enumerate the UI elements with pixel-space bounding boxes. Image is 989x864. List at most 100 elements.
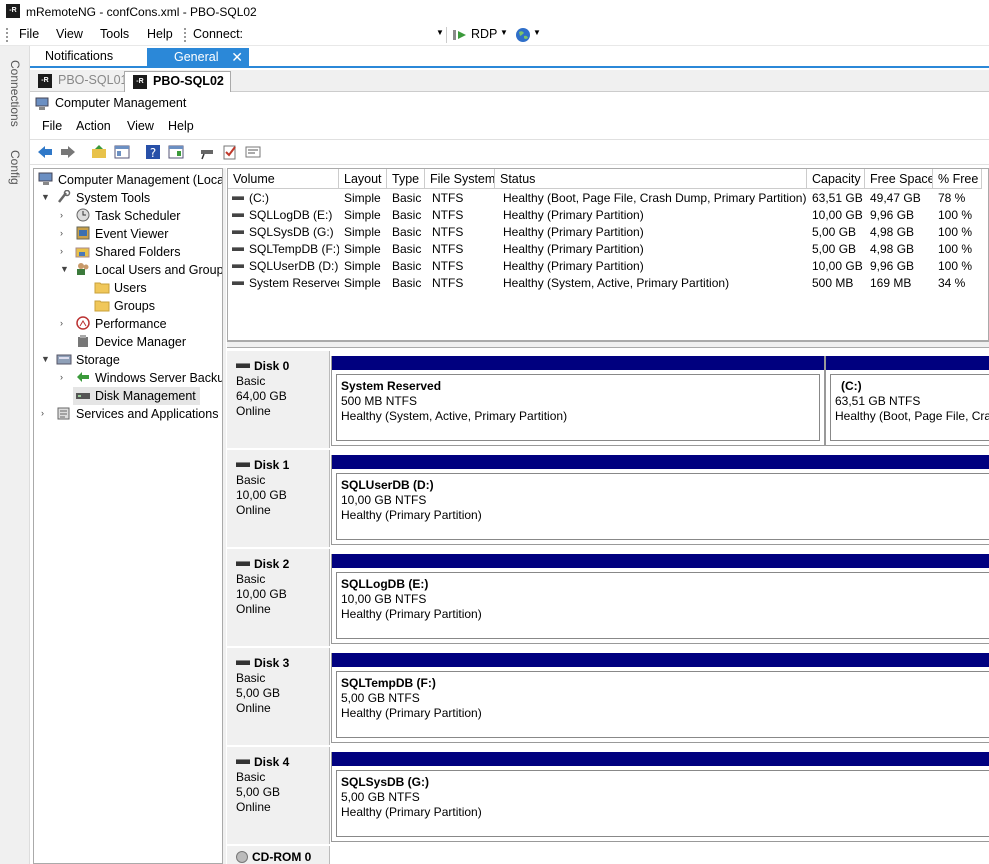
chevron-right-icon[interactable]: › (60, 372, 63, 382)
table-cell: NTFS (432, 191, 496, 205)
partition-c-drive[interactable]: (C:) 63,51 GB NTFS Healthy (Boot, Page F… (825, 356, 989, 446)
tab-general[interactable]: General ✕ (147, 48, 249, 68)
up-folder-icon[interactable] (90, 143, 108, 161)
connect-input[interactable] (244, 26, 444, 44)
tree-node-users[interactable]: Users (94, 279, 147, 297)
tree-node-event-viewer[interactable]: Event Viewer (75, 225, 168, 243)
table-row[interactable]: SQLTempDB (F:) Simple Basic NTFS Healthy (Pr… (228, 241, 982, 258)
partition-sqlsysdb[interactable]: SQLSysDB (G:) 5,00 GB NTFS Healthy (Prim… (331, 752, 989, 842)
disk-name: Disk 1 (254, 458, 290, 472)
cell-text: Simple (344, 225, 381, 239)
tree-node-disk-management[interactable]: Disk Management (73, 387, 200, 405)
close-icon[interactable]: ✕ (231, 49, 243, 66)
partition-bar (332, 554, 989, 568)
chevron-right-icon[interactable]: › (60, 228, 63, 238)
tree-node-computer-management[interactable]: Computer Management (Local (38, 171, 223, 189)
tree-node-performance[interactable]: Performance (75, 315, 167, 333)
chevron-down-icon[interactable]: ▼ (41, 354, 50, 364)
chevron-down-icon[interactable]: ▼ (60, 264, 69, 274)
table-row[interactable]: SQLUserDB (D:) Simple Basic NTFS Healthy (Pr… (228, 258, 982, 275)
column-header-status[interactable]: Status (495, 169, 807, 189)
column-header-percent-free[interactable]: % Free (933, 169, 982, 189)
chevron-right-icon[interactable]: › (60, 210, 63, 220)
column-header-free-space[interactable]: Free Space (865, 169, 933, 189)
horizontal-splitter[interactable] (227, 341, 989, 348)
show-hide-tree-icon[interactable] (113, 143, 131, 161)
mmc-menu-action[interactable]: Action (76, 119, 111, 133)
disk-name: Disk 3 (254, 656, 290, 670)
menubar-grip[interactable] (6, 28, 9, 42)
chevron-down-icon[interactable]: ▼ (41, 192, 50, 202)
partition-status: Healthy (Boot, Page File, Crash (835, 409, 989, 423)
mmc-menu-help[interactable]: Help (168, 119, 194, 133)
tree-node-shared-folders[interactable]: Shared Folders (75, 243, 180, 261)
menu-help[interactable]: Help (147, 27, 173, 41)
forward-arrow-icon[interactable] (59, 143, 77, 161)
chevron-right-icon[interactable]: › (60, 318, 63, 328)
performance-icon (75, 316, 91, 330)
column-header-volume[interactable]: Volume (228, 169, 339, 189)
partition-size: 10,00 GB NTFS (341, 493, 427, 507)
tree-node-services-applications[interactable]: Services and Applications (56, 405, 218, 423)
table-cell: Basic (392, 259, 426, 273)
quickconnect-grip[interactable] (184, 28, 187, 42)
disk-label-disk-3[interactable]: Disk 3 Basic 5,00 GB Online (227, 648, 330, 745)
tree-label: Users (114, 281, 147, 295)
column-header-file-system[interactable]: File System (425, 169, 495, 189)
tree-node-system-tools[interactable]: System Tools (56, 189, 150, 207)
side-tab-connections[interactable]: Connections (8, 60, 22, 127)
table-row[interactable]: SQLLogDB (E:) Simple Basic NTFS Healthy (Pri… (228, 207, 982, 224)
chevron-right-icon[interactable]: › (41, 408, 44, 418)
table-row[interactable]: System Reserved Simple Basic NTFS Healthy (S… (228, 275, 982, 292)
disk-label-disk-4[interactable]: Disk 4 Basic 5,00 GB Online (227, 747, 330, 844)
menu-tools[interactable]: Tools (100, 27, 129, 41)
table-row[interactable]: SQLSysDB (G:) Simple Basic NTFS Healthy (Pri… (228, 224, 982, 241)
column-header-capacity[interactable]: Capacity (807, 169, 865, 189)
column-header-layout[interactable]: Layout (339, 169, 387, 189)
session-tab-pbo-sql02[interactable]: -R PBO-SQL02 (124, 71, 231, 92)
tree-node-groups[interactable]: Groups (94, 297, 155, 315)
column-header-type[interactable]: Type (387, 169, 425, 189)
connect-dropdown-icon[interactable]: ▼ (436, 28, 444, 37)
help-icon[interactable]: ? (144, 143, 162, 161)
tree-node-windows-server-backup[interactable]: Windows Server Backup (75, 369, 223, 387)
menu-file[interactable]: File (19, 27, 39, 41)
show-hide-action-pane-icon[interactable] (167, 143, 185, 161)
mmc-menu-view[interactable]: View (127, 119, 154, 133)
menu-view[interactable]: View (56, 27, 83, 41)
chevron-right-icon[interactable]: › (60, 246, 63, 256)
tree-node-device-manager[interactable]: Device Manager (75, 333, 186, 351)
tab-notifications[interactable]: Notifications (45, 49, 113, 63)
mmc-menu-file[interactable]: File (42, 119, 62, 133)
side-tab-config[interactable]: Config (8, 150, 22, 185)
tree-node-local-users-groups[interactable]: Local Users and Groups (75, 261, 223, 279)
properties-icon[interactable] (244, 143, 262, 161)
cell-text: (C:) (249, 191, 269, 205)
session-tab-pbo-sql01[interactable]: -R PBO-SQL01 (30, 71, 133, 92)
disk-label-disk-2[interactable]: Disk 2 Basic 10,00 GB Online (227, 549, 330, 646)
back-arrow-icon[interactable] (36, 143, 54, 161)
volume-icon (232, 230, 244, 234)
volume-icon (232, 213, 244, 217)
tree-node-storage[interactable]: Storage (56, 351, 120, 369)
table-row[interactable]: (C:) Simple Basic NTFS Healthy (Boot, Page F… (228, 190, 982, 207)
disk-label-disk-1[interactable]: Disk 1 Basic 10,00 GB Online (227, 450, 330, 547)
cell-text: Basic (392, 276, 422, 290)
pane-splitter[interactable] (222, 168, 226, 864)
partition-sqltempdb[interactable]: SQLTempDB (F:) 5,00 GB NTFS Healthy (Pri… (331, 653, 989, 743)
checklist-icon[interactable] (221, 143, 239, 161)
globe-icon[interactable] (515, 27, 531, 43)
disk-label-cdrom-0[interactable]: CD-ROM 0 (227, 846, 330, 864)
protocol-dropdown-icon[interactable]: ▼ (500, 28, 508, 37)
partition-system-reserved[interactable]: System Reserved 500 MB NTFS Healthy (Sys… (331, 356, 825, 446)
partition-size: 5,00 GB NTFS (341, 790, 420, 804)
tree-node-task-scheduler[interactable]: Task Scheduler (75, 207, 180, 225)
protocol-label[interactable]: RDP (471, 27, 497, 41)
table-cell: Healthy (Primary Partition) (503, 242, 808, 256)
partition-sqluserdb[interactable]: SQLUserDB (D:) 10,00 GB NTFS Healthy (Pr… (331, 455, 989, 545)
globe-dropdown-icon[interactable]: ▼ (533, 28, 541, 37)
partition-sqllogdb[interactable]: SQLLogDB (E:) 10,00 GB NTFS Healthy (Pri… (331, 554, 989, 644)
disk-label-disk-0[interactable]: Disk 0 Basic 64,00 GB Online (227, 351, 330, 448)
rdp-protocol-icon[interactable] (452, 28, 468, 42)
connect-drive-icon[interactable] (198, 143, 216, 161)
